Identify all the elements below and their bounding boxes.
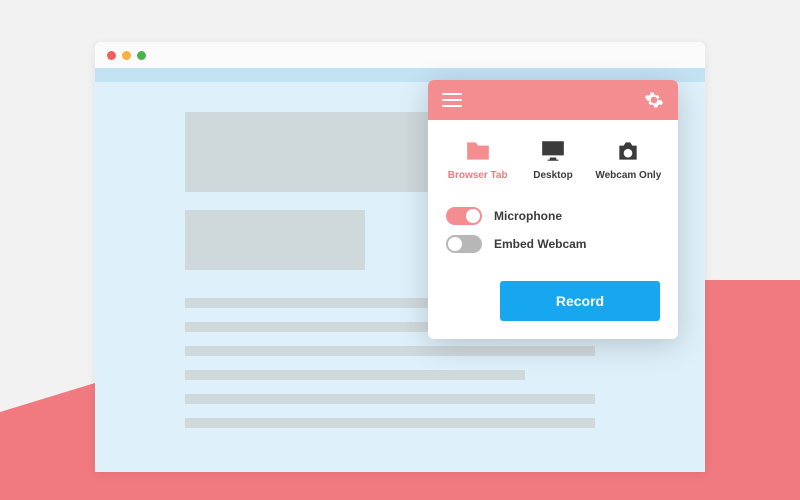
content-placeholder-line	[185, 370, 525, 380]
source-browser-tab[interactable]: Browser Tab	[443, 138, 513, 181]
settings-icon[interactable]	[644, 90, 664, 110]
microphone-toggle[interactable]	[446, 207, 482, 225]
record-wrap: Record	[428, 277, 678, 339]
content-placeholder-line	[185, 394, 595, 404]
window-close-dot[interactable]	[107, 51, 116, 60]
source-webcam-only[interactable]: Webcam Only	[593, 138, 663, 181]
toggle-row-microphone: Microphone	[446, 207, 660, 225]
source-label: Webcam Only	[595, 170, 661, 181]
toggle-row-embed-webcam: Embed Webcam	[446, 235, 660, 253]
toggle-list: Microphone Embed Webcam	[428, 191, 678, 277]
monitor-icon	[538, 138, 568, 164]
source-label: Desktop	[533, 170, 572, 181]
toggle-label: Microphone	[494, 209, 562, 223]
toggle-label: Embed Webcam	[494, 237, 586, 251]
recorder-popup: Browser Tab Desktop Webcam Only Micropho…	[428, 80, 678, 339]
content-placeholder-line	[185, 418, 595, 428]
embed-webcam-toggle[interactable]	[446, 235, 482, 253]
folder-icon	[463, 138, 493, 164]
popup-header	[428, 80, 678, 120]
content-placeholder-block	[185, 210, 365, 270]
camera-icon	[613, 138, 643, 164]
window-minimize-dot[interactable]	[122, 51, 131, 60]
record-button[interactable]: Record	[500, 281, 660, 321]
menu-icon[interactable]	[442, 93, 462, 107]
window-maximize-dot[interactable]	[137, 51, 146, 60]
content-placeholder-line	[185, 346, 595, 356]
source-desktop[interactable]: Desktop	[518, 138, 588, 181]
capture-source-list: Browser Tab Desktop Webcam Only	[428, 120, 678, 191]
window-titlebar	[95, 42, 705, 68]
source-label: Browser Tab	[448, 170, 508, 181]
